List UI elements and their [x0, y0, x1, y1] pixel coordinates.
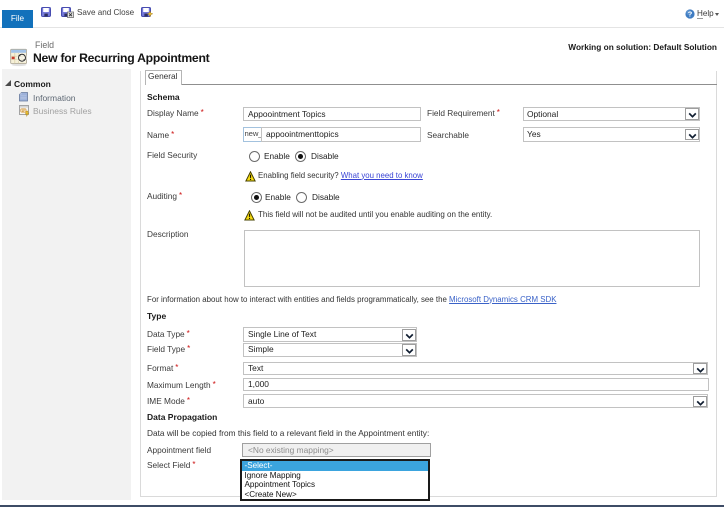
svg-text:?: ? [688, 10, 693, 19]
